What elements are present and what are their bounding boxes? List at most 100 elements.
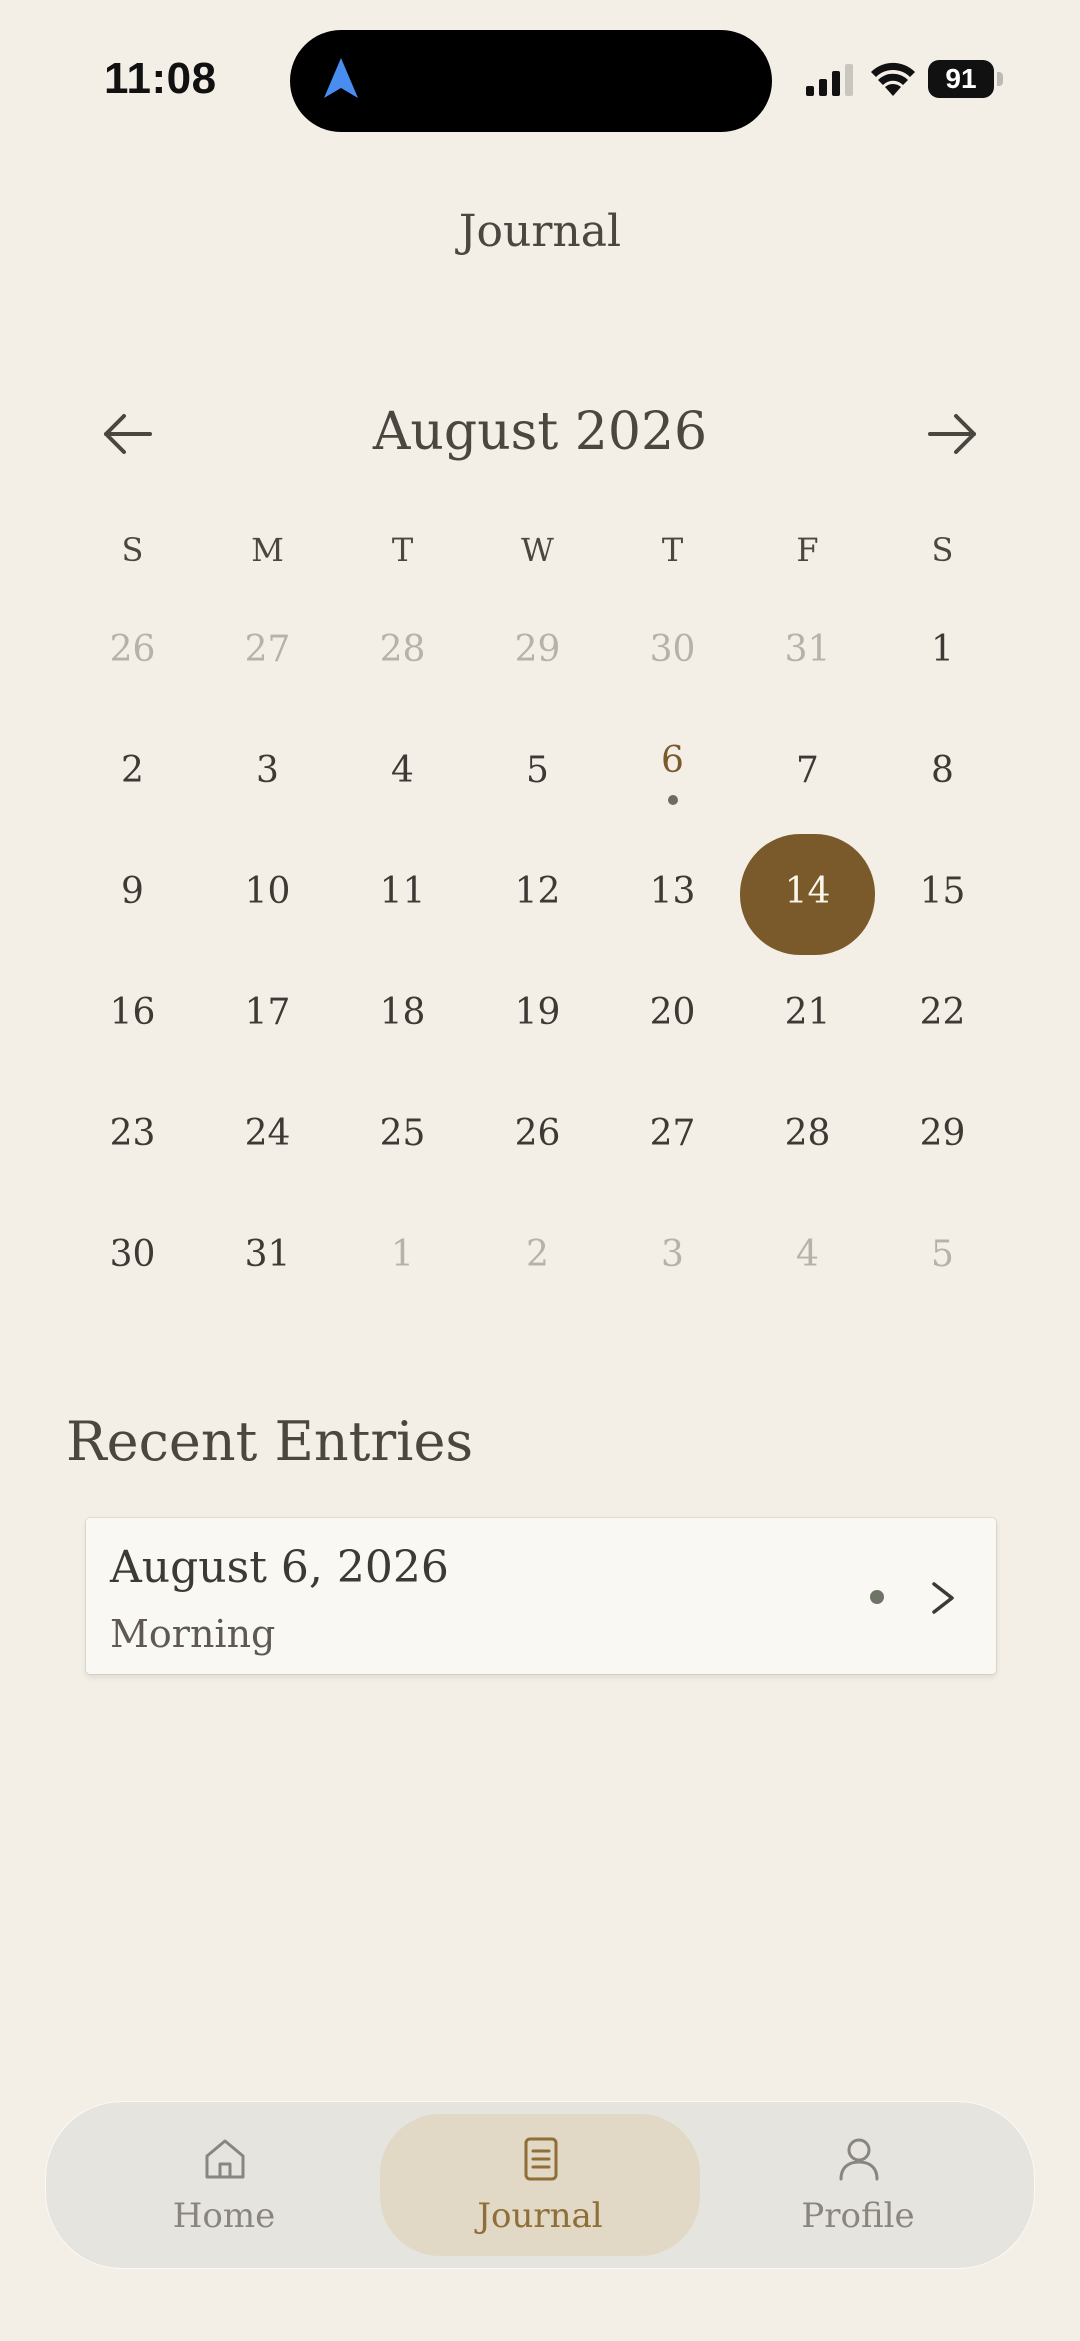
calendar-day[interactable]: 12 [470,834,605,955]
day-number: 15 [919,871,966,912]
tab-label: Home [172,2196,276,2236]
calendar-day[interactable]: 3 [605,1197,740,1318]
day-number: 22 [919,992,966,1033]
day-number: 5 [931,1234,954,1275]
weekday-label: T [661,531,684,569]
calendar-day-grid: 26 27 28 29 30 31 1 2 3 4 5 6 7 8 9 10 11 12 13 14 15 16 17 18 1… [65,592,1011,1318]
calendar-day[interactable]: 10 [200,834,335,955]
day-number: 24 [244,1113,291,1154]
calendar-day[interactable]: 4 [740,1197,875,1318]
month-navigation: August 2026 [0,390,1080,480]
calendar-day[interactable]: 3 [200,713,335,834]
day-number: 2 [121,750,144,791]
calendar-day[interactable]: 5 [875,1197,1010,1318]
calendar-day[interactable]: 5 [470,713,605,834]
chevron-right-icon [932,1582,954,1614]
day-number: 7 [796,750,819,791]
tab-label: Profile [801,2196,915,2236]
tab-profile[interactable]: Profile [698,2114,1018,2256]
calendar-day-selected[interactable]: 14 [740,834,875,955]
day-number: 23 [109,1113,156,1154]
calendar-day[interactable]: 15 [875,834,1010,955]
day-number: 8 [931,750,954,791]
calendar-day[interactable]: 24 [200,1076,335,1197]
next-month-button[interactable] [920,406,984,462]
profile-icon [839,2138,879,2181]
day-number: 17 [244,992,291,1033]
calendar-day[interactable]: 6 [605,713,740,834]
calendar-day[interactable]: 2 [470,1197,605,1318]
journal-entry-card[interactable]: August 6, 2026 Morning [86,1518,996,1674]
day-number: 19 [514,992,561,1033]
day-number: 25 [379,1113,426,1154]
calendar-day[interactable]: 30 [605,592,740,713]
day-number: 18 [379,992,426,1033]
status-bar: 11:08 91 [0,0,1080,160]
calendar-day[interactable]: 2 [65,713,200,834]
day-number: 28 [784,1113,831,1154]
battery-indicator: 91 [928,60,1004,98]
calendar-day[interactable]: 9 [65,834,200,955]
calendar-day[interactable]: 8 [875,713,1010,834]
day-number: 9 [121,871,144,912]
calendar-day[interactable]: 1 [875,592,1010,713]
calendar-day[interactable]: 31 [740,592,875,713]
calendar-day[interactable]: 26 [470,1076,605,1197]
day-number: 28 [379,629,426,670]
entry-time-of-day: Morning [110,1612,276,1656]
calendar-day[interactable]: 27 [605,1076,740,1197]
day-number: 13 [649,871,696,912]
weekday-label: S [931,531,954,569]
day-number: 10 [244,871,291,912]
calendar-day[interactable]: 19 [470,955,605,1076]
day-number: 27 [244,629,291,670]
calendar-day[interactable]: 27 [200,592,335,713]
calendar-day[interactable]: 18 [335,955,470,1076]
day-number: 26 [514,1113,561,1154]
calendar-day[interactable]: 20 [605,955,740,1076]
day-number: 30 [649,629,696,670]
calendar-day[interactable]: 13 [605,834,740,955]
day-number: 31 [244,1234,291,1275]
calendar-day[interactable]: 4 [335,713,470,834]
calendar-day[interactable]: 11 [335,834,470,955]
wifi-icon [871,62,915,96]
weekday-label: W [521,531,554,569]
day-number: 1 [931,629,954,670]
day-number: 3 [256,750,279,791]
calendar-day[interactable]: 31 [200,1197,335,1318]
day-number: 2 [526,1234,549,1275]
recent-entries-title: Recent Entries [66,1410,474,1473]
calendar-day[interactable]: 22 [875,955,1010,1076]
weekday-label: F [796,531,819,569]
calendar-day[interactable]: 7 [740,713,875,834]
day-number: 4 [796,1234,819,1275]
calendar-day[interactable]: 23 [65,1076,200,1197]
weekday-header: S M T W T F S [65,520,1011,580]
calendar-day[interactable]: 26 [65,592,200,713]
day-number: 20 [649,992,696,1033]
dynamic-island [290,30,772,132]
calendar-day[interactable]: 28 [740,1076,875,1197]
calendar-day[interactable]: 21 [740,955,875,1076]
calendar-day[interactable]: 1 [335,1197,470,1318]
day-number: 16 [109,992,156,1033]
calendar-day[interactable]: 30 [65,1197,200,1318]
calendar-day[interactable]: 16 [65,955,200,1076]
day-number: 1 [391,1234,414,1275]
status-time: 11:08 [104,54,217,103]
tab-journal[interactable]: Journal [380,2114,700,2256]
calendar-day[interactable]: 17 [200,955,335,1076]
battery-level: 91 [928,60,994,98]
calendar-day[interactable]: 29 [875,1076,1010,1197]
prev-month-button[interactable] [96,406,160,462]
day-number: 14 [784,871,831,912]
tab-home[interactable]: Home [64,2114,384,2256]
day-number: 3 [661,1234,684,1275]
calendar-day[interactable]: 29 [470,592,605,713]
location-arrow-icon [324,58,358,98]
calendar-day[interactable]: 28 [335,592,470,713]
home-icon [205,2139,245,2179]
tab-bar: Home Journal Profile [46,2102,1034,2268]
calendar-day[interactable]: 25 [335,1076,470,1197]
